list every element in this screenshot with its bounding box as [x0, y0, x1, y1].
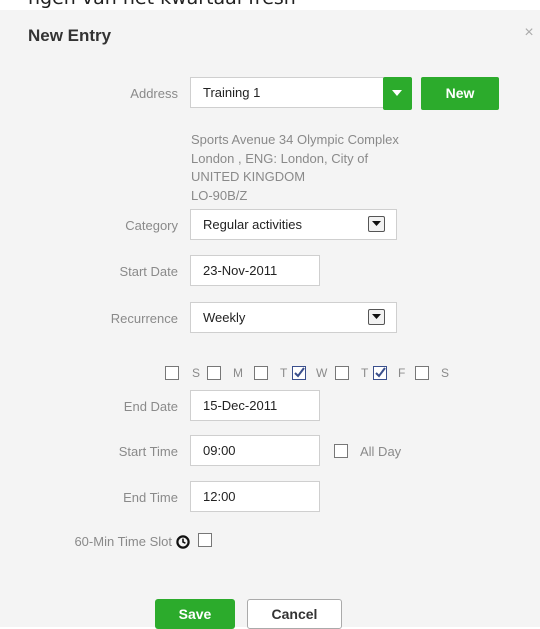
- start-date-row: Start Date 23-Nov-2011: [0, 255, 540, 288]
- category-select[interactable]: Regular activities: [190, 209, 397, 240]
- day-label: S: [192, 366, 201, 380]
- chevron-down-icon: [372, 221, 381, 226]
- recurrence-dropdown-button[interactable]: [368, 309, 385, 325]
- new-entry-dialog: New Entry × Address Training 1 New Sport…: [0, 10, 540, 629]
- chevron-down-icon: [392, 90, 402, 96]
- address-line: London , ENG: London, City of: [191, 150, 369, 166]
- day-checkbox-tuesday[interactable]: [254, 366, 268, 380]
- category-value: Regular activities: [203, 217, 302, 232]
- start-time-input[interactable]: 09:00: [190, 435, 320, 466]
- day-label: S: [441, 366, 450, 380]
- address-row: Address Training 1 New: [0, 77, 540, 110]
- address-dropdown-button[interactable]: [383, 77, 412, 110]
- day-checkbox-friday[interactable]: [373, 366, 387, 380]
- day-label: F: [398, 366, 406, 380]
- cancel-button[interactable]: Cancel: [247, 599, 342, 629]
- category-label: Category: [125, 218, 178, 233]
- end-time-label: End Time: [123, 490, 178, 505]
- category-dropdown-button[interactable]: [368, 216, 385, 232]
- end-date-label: End Date: [123, 399, 178, 414]
- day-checkbox-thursday[interactable]: [335, 366, 349, 380]
- dialog-title: New Entry: [28, 26, 112, 45]
- time-slot-row: 60-Min Time Slot: [0, 525, 540, 558]
- address-line: LO-90B/Z: [191, 187, 248, 203]
- start-date-label: Start Date: [119, 264, 178, 279]
- day-checkbox-monday[interactable]: [207, 366, 221, 380]
- end-time-row: End Time 12:00: [0, 481, 540, 514]
- day-label: T: [361, 366, 369, 380]
- start-time-label: Start Time: [118, 444, 178, 459]
- day-label: T: [280, 366, 288, 380]
- address-select[interactable]: Training 1: [190, 77, 384, 108]
- start-date-input[interactable]: 23-Nov-2011: [190, 255, 320, 286]
- day-checkbox-saturday[interactable]: [415, 366, 429, 380]
- chevron-down-icon: [372, 314, 381, 319]
- time-slot-label: 60-Min Time Slot: [74, 534, 172, 549]
- end-date-row: End Date 15-Dec-2011: [0, 390, 540, 423]
- day-label: M: [233, 366, 243, 380]
- start-time-row: Start Time 09:00 All Day: [0, 435, 540, 468]
- recurrence-select[interactable]: Weekly: [190, 302, 397, 333]
- address-details: Sports Avenue 34 Olympic Complex London …: [191, 131, 471, 205]
- address-line: UNITED KINGDOM: [191, 169, 306, 184]
- recurrence-label: Recurrence: [110, 311, 178, 326]
- day-checkbox-sunday[interactable]: [165, 366, 179, 380]
- checkmark-icon: [375, 367, 386, 378]
- clock-icon: [176, 535, 190, 549]
- end-date-input[interactable]: 15-Dec-2011: [190, 390, 320, 421]
- recurrence-row: Recurrence Weekly: [0, 302, 540, 335]
- checkmark-icon: [294, 367, 305, 378]
- all-day-label: All Day: [360, 444, 402, 459]
- new-address-button[interactable]: New: [421, 77, 499, 110]
- all-day-checkbox[interactable]: [334, 444, 348, 458]
- category-row: Category Regular activities: [0, 209, 540, 242]
- day-checkbox-wednesday[interactable]: [292, 366, 306, 380]
- save-button[interactable]: Save: [155, 599, 235, 629]
- day-label: W: [316, 366, 328, 380]
- close-icon[interactable]: ×: [522, 25, 536, 41]
- recurrence-value: Weekly: [203, 310, 246, 325]
- time-slot-checkbox[interactable]: [198, 533, 212, 547]
- address-line: Sports Avenue 34 Olympic Complex: [191, 132, 399, 147]
- address-label: Address: [130, 86, 178, 101]
- end-time-input[interactable]: 12:00: [190, 481, 320, 512]
